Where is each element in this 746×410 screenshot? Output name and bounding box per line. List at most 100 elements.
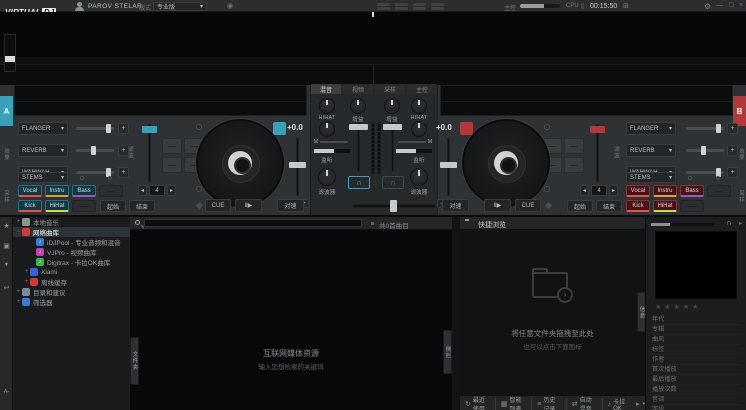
deck-b-fx1-add-button[interactable]: + bbox=[727, 123, 738, 134]
deck-a-filter-handle[interactable] bbox=[142, 126, 157, 133]
tree-item-filters[interactable]: +筛选器 bbox=[13, 297, 130, 307]
deck-a-pads-side-tab[interactable]: 采样 bbox=[2, 178, 10, 214]
mixer-eq-hihat-knob-left[interactable] bbox=[319, 98, 335, 114]
quick-browse-dropzone[interactable]: › 将任意文件夹拖拽至此处 也可以点击下面图标 bbox=[460, 230, 645, 395]
deck-b-pitch-handle[interactable] bbox=[440, 162, 457, 168]
deck-b-stem-bass[interactable]: Bass bbox=[680, 185, 704, 197]
mixer-gain-knob-ch1[interactable] bbox=[350, 98, 366, 114]
deck-a-tab[interactable]: A bbox=[0, 96, 13, 126]
fx-slider-handle[interactable] bbox=[701, 146, 706, 155]
deck-b-fx2-add-button[interactable]: + bbox=[727, 145, 738, 156]
stems-option-dot[interactable] bbox=[716, 176, 720, 180]
close-button[interactable]: × bbox=[739, 2, 743, 9]
user-name[interactable]: PAROV STELAR bbox=[88, 3, 142, 10]
tree-item-idjpool[interactable]: ♪iDJPool - 专业音频和混音 bbox=[13, 237, 130, 247]
tree-expander[interactable]: + bbox=[15, 299, 22, 305]
mixer-mini-slider-left[interactable] bbox=[320, 141, 348, 143]
deck-a-stem-empty[interactable] bbox=[72, 200, 96, 212]
toolbar-more-icon[interactable]: ▸ bbox=[633, 400, 643, 408]
crossfader-handle[interactable] bbox=[390, 200, 397, 212]
tree-item-vjpro[interactable]: ♪VJPro - 视频曲库 bbox=[13, 247, 130, 257]
tree-expander[interactable]: + bbox=[15, 219, 22, 225]
mixer-send-slider-left[interactable] bbox=[314, 149, 350, 153]
record-icon[interactable]: ◉ bbox=[227, 2, 233, 10]
volume-fader-handle-ch2[interactable] bbox=[383, 124, 402, 130]
preview-volume-slider[interactable] bbox=[651, 223, 713, 226]
deck-a-pad-slot[interactable] bbox=[162, 138, 182, 154]
wave-zoom-handle[interactable] bbox=[5, 56, 15, 62]
deck-a-stem-bass[interactable]: Bass bbox=[72, 185, 96, 197]
artwork-view-icon[interactable]: ▣ bbox=[0, 242, 13, 250]
shortcut-smartlist[interactable]: ▦智能列表 bbox=[496, 399, 532, 410]
deck-a-stem-kick[interactable]: Kick bbox=[18, 200, 42, 212]
font-size-button[interactable]: A- bbox=[0, 389, 13, 395]
gear-icon[interactable]: ⚙ bbox=[704, 2, 711, 11]
deck-b-pad-slot[interactable] bbox=[564, 157, 584, 173]
mixer-tab-mix[interactable]: 混音 bbox=[311, 84, 341, 94]
tree-expander[interactable]: + bbox=[23, 269, 30, 275]
stems-option-dot[interactable] bbox=[688, 176, 692, 180]
deck-b-stem-hihat[interactable]: HiHat bbox=[653, 200, 677, 212]
deck-b-jog-wheel[interactable] bbox=[462, 119, 550, 207]
deck-a-fx2-select[interactable]: REVERB▾ bbox=[18, 144, 68, 157]
deck-b-play-button[interactable]: Ⅱ▶ bbox=[484, 199, 511, 212]
mixer-filter-knob-left[interactable] bbox=[318, 168, 336, 186]
deck-a-sync-button[interactable]: 对速 bbox=[277, 199, 304, 212]
rhythm-wave-area[interactable] bbox=[0, 12, 746, 85]
back-icon[interactable]: ↩ bbox=[0, 284, 13, 292]
deck-b-loop-double[interactable]: ▸ bbox=[609, 185, 618, 196]
mixer-eq-mid-knob-left[interactable] bbox=[319, 121, 335, 137]
deck-b-param-button[interactable] bbox=[544, 186, 550, 192]
deck-a-pad-slot[interactable] bbox=[162, 157, 182, 173]
deck-a-pitch-handle[interactable] bbox=[289, 162, 306, 168]
tree-item-digitrax[interactable]: ♪Digitrax - 卡拉OK曲库 bbox=[13, 257, 130, 267]
search-input[interactable] bbox=[144, 219, 362, 227]
deck-b-fx1-slider[interactable] bbox=[686, 127, 724, 130]
shortcut-recent[interactable]: ↻最近使用 bbox=[460, 399, 496, 410]
deck-b-loop-end-button[interactable]: 结束 bbox=[596, 200, 622, 212]
preview-more-icon[interactable]: ▸ bbox=[739, 220, 742, 227]
mixer-filter-knob-right[interactable] bbox=[410, 168, 428, 186]
tree-expander[interactable]: − bbox=[15, 229, 22, 235]
deck-b-cue-diamond[interactable] bbox=[545, 202, 552, 209]
headphone-cue-ch2[interactable]: ∩ bbox=[382, 176, 404, 189]
fx-slider-handle[interactable] bbox=[91, 146, 96, 155]
mixer-eq-hihat-knob-right[interactable] bbox=[411, 98, 427, 114]
deck-b-filter-handle[interactable] bbox=[590, 126, 605, 133]
deck-b-stem-empty[interactable] bbox=[707, 185, 731, 197]
stems-option-dot[interactable] bbox=[80, 176, 84, 180]
shortcut-history[interactable]: ≡历史记录 bbox=[532, 399, 566, 410]
deck-a-cue-diamond[interactable] bbox=[196, 202, 203, 209]
deck-a-loop-double[interactable]: ▸ bbox=[167, 185, 176, 196]
deck-a-loop-start-button[interactable]: 起始 bbox=[100, 200, 126, 212]
deck-b-stem-instru[interactable]: Instru bbox=[653, 185, 677, 197]
mixer-tab-master[interactable]: 主控 bbox=[407, 84, 437, 94]
stems-option-dot[interactable] bbox=[108, 176, 112, 180]
preview-headphone-icon[interactable]: ∩ bbox=[726, 218, 732, 227]
deck-a-loop-value[interactable]: 4 bbox=[149, 185, 165, 196]
tree-item-catalogs-suggestions[interactable]: +目录和建议 bbox=[13, 287, 130, 297]
tree-item-online-catalogs[interactable]: −网络曲库 bbox=[13, 227, 130, 237]
grid-icon[interactable]: ⊞ bbox=[623, 2, 629, 10]
fx-slider-handle[interactable] bbox=[106, 124, 111, 133]
mixer-mini-slider-right[interactable] bbox=[398, 141, 426, 143]
deck-a-fx3-slider[interactable] bbox=[76, 171, 114, 174]
deck-a-jog-wheel[interactable] bbox=[196, 119, 284, 207]
deck-a-fx1-select[interactable]: FLANGER▾ bbox=[18, 122, 68, 135]
mixer-gain-knob-ch2[interactable] bbox=[384, 98, 400, 114]
deck-a-param-button[interactable] bbox=[196, 186, 202, 192]
deck-b-fx2-select[interactable]: REVERB▾ bbox=[626, 144, 676, 157]
volume-fader-handle-ch1[interactable] bbox=[349, 124, 368, 130]
tree-item-xiami[interactable]: +Xiami bbox=[13, 267, 130, 277]
mixer-tab-video[interactable]: 视频 bbox=[343, 84, 373, 94]
rating-stars[interactable]: ★★★★★ bbox=[655, 303, 701, 311]
deck-b-key-badge[interactable] bbox=[460, 122, 473, 135]
deck-b-tab[interactable]: B bbox=[733, 96, 746, 126]
deck-b-stem-kick[interactable]: Kick bbox=[626, 200, 650, 212]
deck-b-sync-button[interactable]: 对速 bbox=[442, 199, 469, 212]
tree-expander[interactable]: + bbox=[15, 289, 22, 295]
deck-a-stem-instru[interactable]: Instru bbox=[45, 185, 69, 197]
shortcut-automix[interactable]: ⇄自动混音 bbox=[567, 399, 603, 410]
folders-side-tab[interactable]: 文件夹 bbox=[130, 337, 139, 385]
deck-a-fx1-slider[interactable] bbox=[76, 127, 114, 130]
